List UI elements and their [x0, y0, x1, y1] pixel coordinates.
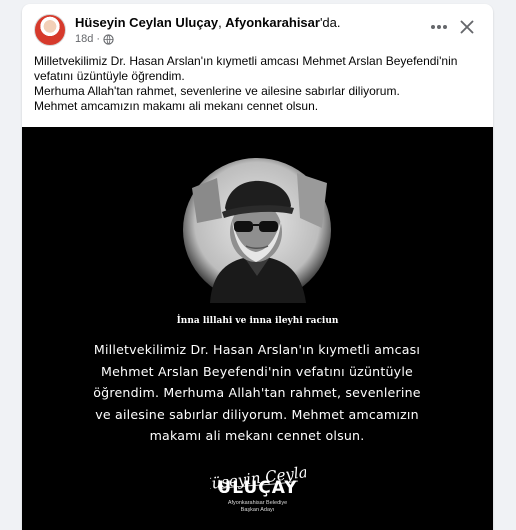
- quote-line: Mehmet Arslan Beyefendi'nin vefatını üzü…: [101, 363, 413, 379]
- post-caption: Milletvekilimiz Dr. Hasan Arslan'ın kıym…: [34, 54, 484, 114]
- more-horizontal-icon: [431, 25, 447, 29]
- post-time[interactable]: 18d: [75, 33, 93, 45]
- avatar[interactable]: [34, 14, 66, 46]
- close-button[interactable]: [456, 16, 478, 38]
- location-link[interactable]: Afyonkarahisar: [225, 15, 320, 30]
- caption-line: Milletvekilimiz Dr. Hasan Arslan'ın kıym…: [34, 54, 458, 68]
- logo-role-line2: Başkan Adayı: [240, 507, 275, 513]
- condolence-heading: İnna lillahi ve inna ileyhi raciun: [176, 316, 339, 326]
- caption-line: vefatını üzüntüyle öğrendim.: [34, 69, 185, 83]
- caption-line: Merhuma Allah'tan rahmet, sevenlerine ve…: [34, 84, 400, 98]
- logo-name: ULUÇAY: [217, 478, 298, 498]
- quote-line: öğrendim. Merhuma Allah'tan rahmet, seve…: [93, 385, 421, 401]
- close-icon: [460, 20, 474, 34]
- post-image[interactable]: İnna lillahi ve inna ileyhi raciun Mille…: [22, 127, 493, 530]
- globe-icon: [103, 33, 114, 45]
- meta-dot: ·: [96, 33, 101, 45]
- caption-line: Mehmet amcamızın makamı ali mekanı cenne…: [34, 99, 319, 113]
- post-card: Hüseyin Ceylan Uluçay, Afyonkarahisar'da…: [22, 4, 493, 530]
- quote-line: ve ailesine sabırlar diliyorum. Mehmet a…: [95, 406, 419, 422]
- quote-line: makamı ali mekanı cennet olsun.: [149, 428, 365, 444]
- more-options-button[interactable]: [428, 16, 450, 38]
- author-line: Hüseyin Ceylan Uluçay, Afyonkarahisar'da…: [75, 15, 341, 30]
- author-name-link[interactable]: Hüseyin Ceylan Uluçay: [75, 15, 218, 30]
- condolence-message: Milletvekilimiz Dr. Hasan Arslan'ın kıym…: [74, 339, 440, 447]
- post-header: Hüseyin Ceylan Uluçay, Afyonkarahisar'da…: [22, 4, 493, 50]
- location-suffix: 'da.: [319, 15, 341, 30]
- portrait-photo: [183, 158, 331, 303]
- post-meta: 18d ·: [75, 33, 114, 45]
- quote-line: Milletvekilimiz Dr. Hasan Arslan'ın kıym…: [93, 342, 421, 357]
- logo-role-line1: Afyonkarahisar Belediye: [227, 500, 288, 506]
